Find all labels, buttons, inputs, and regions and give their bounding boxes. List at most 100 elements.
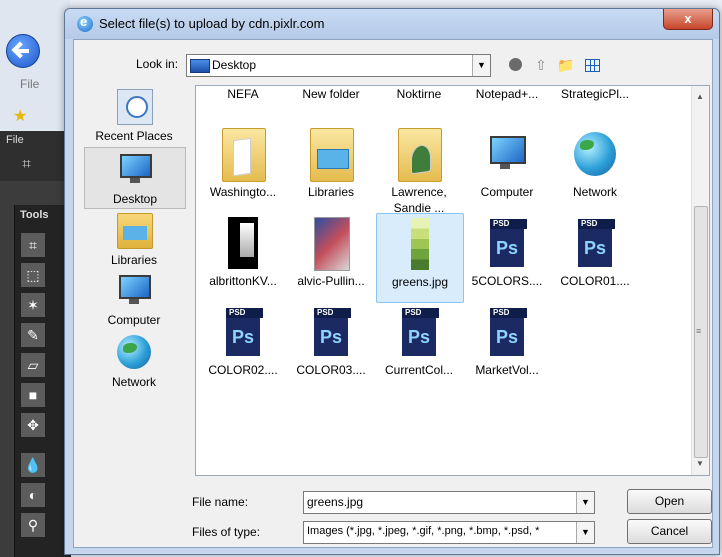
file-item[interactable]: albrittonKV...: [200, 213, 286, 301]
chevron-down-icon[interactable]: ▼: [576, 492, 594, 513]
drop-tool-icon[interactable]: 💧: [20, 452, 46, 478]
file-item[interactable]: Noktirne: [376, 86, 462, 114]
scrollbar-grip-icon: ≡: [696, 326, 702, 336]
file-item[interactable]: alvic-Pullin...: [288, 213, 374, 301]
file-item[interactable]: Network: [552, 124, 638, 212]
back-arrow-icon[interactable]: [6, 34, 40, 68]
clone-tool-icon[interactable]: ✥: [20, 412, 46, 438]
file-item[interactable]: NEFA: [200, 86, 286, 114]
file-upload-dialog: Select file(s) to upload by cdn.pixlr.co…: [64, 8, 720, 555]
file-item[interactable]: Notepad+...: [464, 86, 550, 114]
new-folder-icon[interactable]: 📁: [556, 55, 576, 75]
image-thumbnail-icon: [314, 217, 350, 271]
psd-file-icon: PSD Ps: [574, 217, 616, 269]
computer-icon: [117, 273, 151, 307]
dialog-title: Select file(s) to upload by cdn.pixlr.co…: [99, 16, 325, 31]
back-icon[interactable]: [506, 55, 526, 75]
eraser-tool-icon[interactable]: ▱: [20, 352, 46, 378]
file-name-label: File name:: [192, 495, 249, 509]
file-item[interactable]: New folder: [288, 86, 374, 114]
place-network[interactable]: Network: [84, 331, 184, 391]
browser-toolbar: [0, 0, 70, 130]
cancel-button[interactable]: Cancel: [627, 519, 712, 544]
file-label: Noktirne: [396, 87, 442, 101]
file-item[interactable]: Libraries: [288, 124, 374, 212]
place-label: Computer: [107, 313, 161, 327]
psd-glyph: Ps: [314, 318, 348, 356]
vertical-scrollbar[interactable]: ▲ ≡ ▼: [691, 86, 709, 475]
scroll-up-icon[interactable]: ▲: [696, 92, 704, 101]
file-list[interactable]: NEFA New folder Noktirne Notepad+... Str…: [195, 85, 710, 476]
place-computer[interactable]: Computer: [84, 269, 184, 329]
file-item[interactable]: PSD Ps COLOR01....: [552, 213, 638, 301]
psd-file-icon: PSD Ps: [486, 217, 528, 269]
file-label: Lawrence, Sandie ...: [391, 185, 447, 215]
fill-tool-icon[interactable]: ■: [20, 382, 46, 408]
file-item[interactable]: StrategicPl...: [552, 86, 638, 114]
file-label: albrittonKV...: [209, 274, 277, 288]
file-label: Computer: [480, 185, 534, 199]
chevron-down-icon[interactable]: ▼: [576, 522, 594, 543]
image-thumbnail-icon: [411, 218, 429, 270]
wand-tool-icon[interactable]: ✶: [20, 292, 46, 318]
marquee-tool-icon[interactable]: ⬚: [20, 262, 46, 288]
file-label: Network: [572, 185, 617, 199]
file-label: COLOR01....: [560, 274, 630, 288]
network-icon: [117, 335, 151, 369]
file-item[interactable]: PSD Ps COLOR02....: [200, 302, 286, 390]
file-label: New folder: [302, 87, 360, 101]
crop-tool-icon[interactable]: ⌗: [20, 232, 46, 258]
favorites-star-icon[interactable]: ★: [13, 106, 27, 126]
file-item[interactable]: Washingto...: [200, 124, 286, 212]
file-item[interactable]: PSD Ps CurrentCol...: [376, 302, 462, 390]
pixlr-file-menu[interactable]: File: [6, 134, 24, 146]
file-item-selected[interactable]: greens.jpg: [376, 213, 464, 303]
crop-icon[interactable]: ⌗: [22, 156, 31, 174]
file-item[interactable]: Lawrence, Sandie ...: [376, 124, 462, 215]
place-libraries[interactable]: Libraries: [84, 209, 184, 269]
dialog-title-bar[interactable]: Select file(s) to upload by cdn.pixlr.co…: [65, 9, 719, 39]
scroll-down-icon[interactable]: ▼: [696, 459, 704, 468]
file-item[interactable]: PSD Ps MarketVol...: [464, 302, 550, 390]
close-button[interactable]: x: [663, 9, 713, 30]
file-label: Libraries: [307, 185, 355, 199]
zoom-tool-icon[interactable]: ⚲: [20, 512, 46, 538]
place-label: Libraries: [110, 253, 158, 267]
file-item[interactable]: Computer: [464, 124, 550, 212]
files-of-type-dropdown[interactable]: Images (*.jpg, *.jpeg, *.gif, *.png, *.b…: [303, 521, 595, 544]
browser-file-menu[interactable]: File: [20, 77, 39, 91]
computer-icon: [486, 128, 528, 180]
psd-glyph: Ps: [490, 229, 524, 267]
psd-glyph: Ps: [490, 318, 524, 356]
psd-file-icon: PSD Ps: [486, 306, 528, 358]
file-label: Notepad+...: [475, 87, 539, 101]
file-name-value: greens.jpg: [307, 495, 364, 509]
places-bar: Recent Places Desktop Libraries Computer…: [84, 85, 189, 485]
files-of-type-label: Files of type:: [192, 525, 261, 539]
file-item[interactable]: PSD Ps COLOR03....: [288, 302, 374, 390]
desktop-icon: [190, 59, 210, 73]
color-replace-tool-icon[interactable]: ◐: [20, 482, 46, 508]
psd-tag: PSD: [490, 308, 527, 318]
file-name-field[interactable]: greens.jpg ▼: [303, 491, 595, 514]
user-folder-icon: [398, 128, 442, 182]
image-thumbnail-icon: [228, 217, 258, 269]
file-label: COLOR02....: [208, 363, 278, 377]
file-item[interactable]: PSD Ps 5COLORS....: [464, 213, 550, 301]
place-label: Network: [111, 375, 156, 389]
file-label: CurrentCol...: [384, 363, 454, 377]
file-label: StrategicPl...: [560, 87, 630, 101]
pencil-tool-icon[interactable]: ✎: [20, 322, 46, 348]
internet-explorer-icon: [77, 14, 93, 32]
desktop-icon: [118, 152, 152, 186]
up-folder-icon[interactable]: ⇧: [531, 55, 551, 75]
open-button[interactable]: Open: [627, 489, 712, 514]
libraries-folder-icon: [310, 128, 354, 182]
view-menu-icon[interactable]: [582, 55, 608, 75]
place-recent-places[interactable]: Recent Places: [84, 85, 184, 145]
place-desktop[interactable]: Desktop: [84, 147, 186, 209]
look-in-dropdown[interactable]: Desktop ▼: [186, 54, 491, 77]
chevron-down-icon[interactable]: ▼: [472, 55, 490, 76]
place-label: Recent Places: [95, 129, 173, 143]
psd-tag: PSD: [490, 219, 527, 229]
